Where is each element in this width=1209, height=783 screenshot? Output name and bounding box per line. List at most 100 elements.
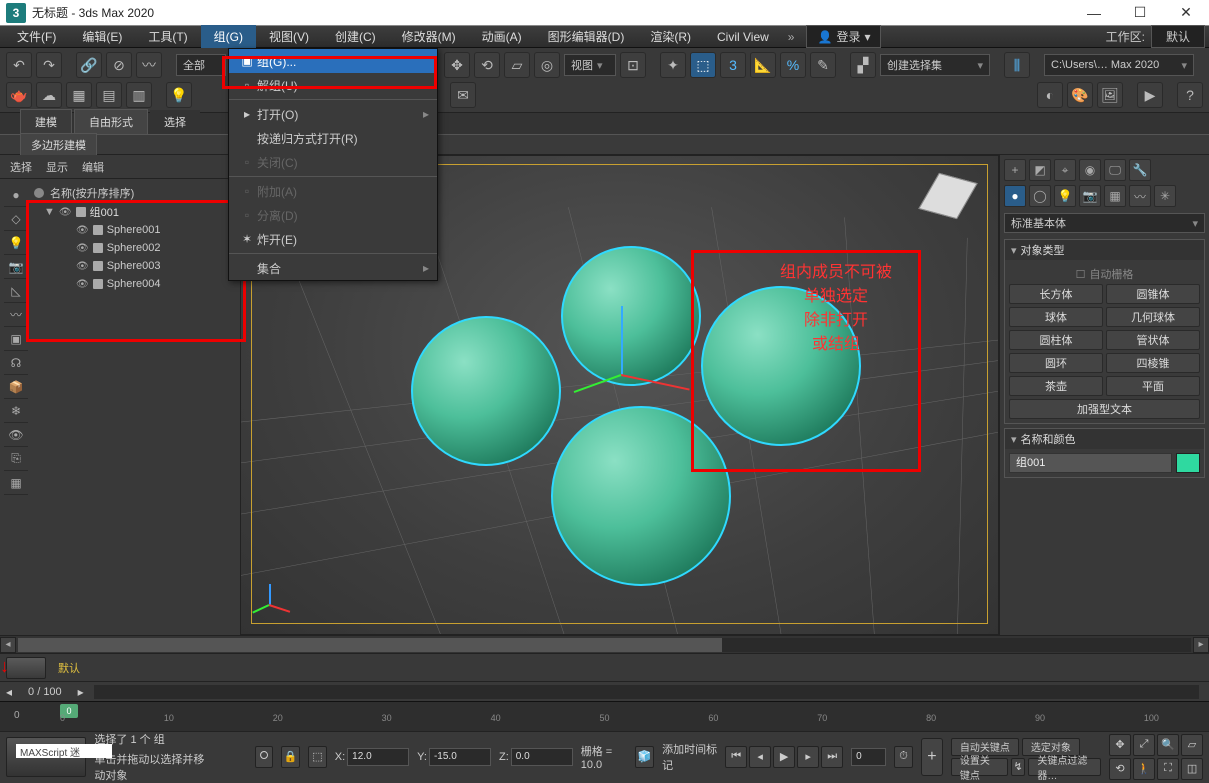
create-cone-button[interactable]: 圆锥体 (1106, 284, 1200, 304)
snap-toggle-button[interactable]: ⬚ (690, 52, 716, 78)
visibility-icon[interactable]: 👁 (76, 225, 89, 236)
cloud-icon[interactable]: ☁ (36, 82, 62, 108)
envelope-icon[interactable]: ✉ (450, 82, 476, 108)
scroll-right-button[interactable]: ▸ (1193, 637, 1209, 653)
display-tab-icon[interactable]: 🖵 (1104, 159, 1126, 181)
tree-node-sphere[interactable]: 👁Sphere001 (28, 221, 236, 239)
y-input[interactable]: -15.0 (429, 748, 491, 766)
create-tab-plus-icon[interactable]: + (1004, 159, 1026, 181)
ribbon-tab-selection[interactable]: 选择 (150, 110, 200, 134)
project-path[interactable]: C:\Users\… Max 2020▾ (1044, 54, 1194, 76)
isolate-button[interactable]: ⬚ (308, 746, 327, 768)
menu-tools[interactable]: 工具(T) (135, 25, 200, 48)
utilities-tab-icon[interactable]: 🔧 (1129, 159, 1151, 181)
shapes-category-icon[interactable]: ◯ (1029, 185, 1051, 207)
key-mode-icon[interactable]: ↯ (1011, 758, 1025, 776)
layer-swatch[interactable] (6, 657, 46, 679)
selection-lock-toggle[interactable]: ⭘ (255, 746, 274, 768)
percent-snap-button[interactable]: 📐 (750, 52, 776, 78)
menu-more[interactable]: » (782, 30, 801, 44)
pan-view-button[interactable]: ✥ (1109, 734, 1131, 756)
next-frame-button[interactable]: ▸ (797, 746, 819, 768)
sphere-object[interactable] (411, 316, 561, 466)
sphere-object[interactable] (701, 286, 861, 446)
create-pyramid-button[interactable]: 四棱锥 (1106, 353, 1200, 373)
tab-edit[interactable]: 编辑 (82, 159, 104, 175)
align-button[interactable]: ⫼ (1004, 52, 1030, 78)
zoom-region-button[interactable]: ◫ (1181, 758, 1203, 780)
menu-file[interactable]: 文件(F) (4, 25, 69, 48)
tree-node-group[interactable]: ▼ 👁 组001 (28, 203, 236, 221)
filter-helpers-icon[interactable]: ◺ (4, 279, 28, 303)
menu-create[interactable]: 创建(C) (322, 25, 389, 48)
menu-modifiers[interactable]: 修改器(M) (389, 25, 469, 48)
tree-expand-icon[interactable]: ▼ (44, 206, 55, 218)
goto-start-button[interactable]: ⏮ (725, 746, 747, 768)
pivot-center-button[interactable]: ⊡ (620, 52, 646, 78)
login-button[interactable]: 👤 登录 ▾ (806, 25, 881, 48)
setkey-button[interactable]: 设置关键点 (951, 758, 1008, 776)
visibility-icon[interactable]: 👁 (59, 207, 72, 218)
filter-frozen-icon[interactable]: ❄ (4, 399, 28, 423)
ribbon-tab-modeling[interactable]: 建模 (20, 109, 72, 134)
menu-group[interactable]: 组(G) (201, 25, 256, 48)
time-tag-icon[interactable]: 🧊 (635, 746, 654, 768)
filter-hidden-icon[interactable]: 👁 (4, 423, 28, 447)
object-name-input[interactable]: 组001 (1009, 453, 1172, 473)
redo-button[interactable]: ↷ (36, 52, 62, 78)
ribbon-subtab-polymodel[interactable]: 多边形建模 (20, 133, 97, 157)
filter-containers-icon[interactable]: 📦 (4, 375, 28, 399)
autogrid-checkbox[interactable]: ☐ 自动栅格 (1009, 264, 1200, 284)
visibility-icon[interactable]: 👁 (76, 261, 89, 272)
sphere-object[interactable] (561, 246, 701, 386)
cameras-category-icon[interactable]: 📷 (1079, 185, 1101, 207)
teapot-icon[interactable]: 🫖 (6, 82, 32, 108)
filter-all-icon[interactable]: ▦ (4, 471, 28, 495)
rollout-header[interactable]: ▾对象类型 (1005, 240, 1204, 260)
object-color-swatch[interactable] (1176, 453, 1200, 473)
panel2-button[interactable]: ▤ (96, 82, 122, 108)
menuitem-group[interactable]: ▣组(G)... (229, 49, 437, 73)
menuitem-assembly[interactable]: 集合▸ (229, 256, 437, 280)
angle-snap-button[interactable]: 3 (720, 52, 746, 78)
play-button[interactable]: ▶ (773, 746, 795, 768)
scroll-left-button[interactable]: ◂ (0, 637, 16, 653)
menu-edit[interactable]: 编辑(E) (69, 25, 135, 48)
helpers-category-icon[interactable]: ▦ (1104, 185, 1126, 207)
menuitem-ungroup[interactable]: ▫解组(U) (229, 73, 437, 97)
scroll-track[interactable] (18, 638, 1191, 652)
hierarchy-tab-icon[interactable]: ⌖ (1054, 159, 1076, 181)
motion-tab-icon[interactable]: ◉ (1079, 159, 1101, 181)
create-teapot-button[interactable]: 茶壶 (1009, 376, 1103, 396)
zoom-button[interactable]: 🔍 (1157, 734, 1179, 756)
spacewarps-category-icon[interactable]: 〰 (1129, 185, 1151, 207)
create-cylinder-button[interactable]: 圆柱体 (1009, 330, 1103, 350)
panel3-button[interactable]: ▥ (126, 82, 152, 108)
menu-render[interactable]: 渲染(R) (637, 25, 704, 48)
z-axis-gizmo[interactable] (621, 306, 623, 376)
panel1-button[interactable]: ▦ (66, 82, 92, 108)
tree-node-sphere[interactable]: 👁Sphere002 (28, 239, 236, 257)
sphere-icon-button[interactable]: ◐ (1037, 82, 1063, 108)
create-textplus-button[interactable]: 加强型文本 (1009, 399, 1200, 419)
close-button[interactable]: ✕ (1163, 0, 1209, 26)
ref-coord-system[interactable]: 视图▾ (564, 54, 616, 76)
menuitem-open[interactable]: ▸打开(O)▸ (229, 102, 437, 126)
track-next-button[interactable]: ▸ (78, 685, 84, 699)
help-button[interactable]: ? (1177, 82, 1203, 108)
undo-button[interactable]: ↶ (6, 52, 32, 78)
menu-grapheditors[interactable]: 图形编辑器(D) (535, 25, 638, 48)
tab-display[interactable]: 显示 (46, 159, 68, 175)
sphere-object[interactable] (551, 406, 731, 586)
filter-shapes-icon[interactable]: ◇ (4, 207, 28, 231)
mirror-button[interactable]: ▞ (850, 52, 876, 78)
maximize-viewport-button[interactable]: ⛶ (1157, 758, 1179, 780)
timeline-ruler[interactable]: 0 0 0 10 20 30 40 50 60 70 80 90 100 (0, 701, 1209, 731)
select-manipulate-button[interactable]: ✦ (660, 52, 686, 78)
render-setup-button[interactable]: 🖼 (1097, 82, 1123, 108)
zoom-extents-button[interactable]: ⤢ (1133, 734, 1155, 756)
menu-civilview[interactable]: Civil View (704, 27, 782, 47)
spinner-snap-button[interactable]: % (780, 52, 806, 78)
filter-geometry-icon[interactable]: ● (4, 183, 28, 207)
select-rotate-button[interactable]: ⟲ (474, 52, 500, 78)
